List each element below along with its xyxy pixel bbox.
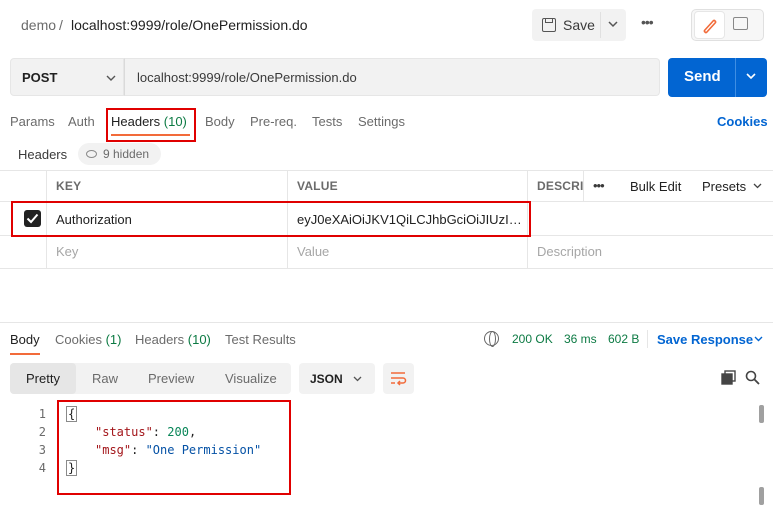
response-tab-headers-count: (10) — [187, 332, 211, 347]
status-code[interactable]: 200 OK — [512, 332, 553, 346]
response-time[interactable]: 36 ms — [564, 332, 597, 346]
status-divider — [647, 330, 648, 348]
save-chevron-down-icon[interactable] — [606, 14, 620, 34]
tab-prereq[interactable]: Pre-req. — [250, 114, 297, 129]
line-number: 1 — [38, 407, 46, 421]
language-label: JSON — [310, 372, 343, 386]
more-actions-icon[interactable]: ••• — [641, 14, 654, 30]
presets-dropdown[interactable]: Presets — [702, 179, 746, 194]
send-label: Send — [684, 68, 721, 85]
highlight-box-authorization-row — [11, 201, 531, 237]
method-label: POST — [22, 70, 58, 85]
table-more-icon[interactable]: ••• — [593, 178, 605, 193]
breadcrumb-separator: / — [59, 17, 63, 33]
column-header-key: KEY — [56, 179, 82, 193]
eye-icon — [86, 150, 97, 158]
response-tab-cookies-label: Cookies — [55, 332, 102, 347]
breadcrumb-workspace[interactable]: demo — [21, 17, 56, 33]
save-label: Save — [563, 17, 595, 33]
cookies-link[interactable]: Cookies — [717, 114, 768, 129]
wrap-lines-icon — [391, 372, 407, 386]
hidden-headers-toggle[interactable]: 9 hidden — [78, 143, 161, 165]
response-tab-cookies-count: (1) — [105, 332, 122, 347]
table-bottom-border — [0, 268, 773, 269]
tab-settings[interactable]: Settings — [358, 114, 405, 129]
scrollbar-thumb[interactable] — [759, 487, 764, 505]
response-size[interactable]: 602 B — [608, 332, 639, 346]
response-tab-headers[interactable]: Headers (10) — [135, 332, 211, 347]
chevron-down-icon — [106, 75, 116, 81]
column-header-value: VALUE — [297, 179, 338, 193]
send-button[interactable]: Send — [668, 58, 767, 97]
language-select[interactable]: JSON — [299, 363, 375, 394]
format-raw[interactable]: Raw — [92, 371, 118, 386]
headers-section-title: Headers — [18, 147, 68, 162]
format-pretty[interactable]: Pretty — [26, 371, 60, 386]
response-tab-headers-label: Headers — [135, 332, 185, 347]
column-header-description: DESCRI — [537, 179, 584, 193]
format-visualize[interactable]: Visualize — [225, 371, 277, 386]
pencil-icon — [703, 19, 717, 34]
description-placeholder-input[interactable]: Description — [537, 244, 602, 259]
save-divider — [600, 12, 601, 38]
tab-auth[interactable]: Auth — [68, 114, 95, 129]
tab-params[interactable]: Params — [10, 114, 55, 129]
method-select[interactable]: POST — [10, 58, 124, 96]
tab-tests[interactable]: Tests — [312, 114, 342, 129]
highlight-box-headers-tab — [106, 108, 196, 142]
response-tab-test-results[interactable]: Test Results — [225, 332, 296, 347]
send-chevron-down-icon[interactable] — [744, 71, 758, 83]
bulk-edit-button[interactable]: Bulk Edit — [630, 179, 681, 194]
request-title[interactable]: localhost:9999/role/OnePermission.do — [71, 17, 308, 33]
save-response-chevron-down-icon — [754, 336, 763, 342]
chevron-down-icon — [353, 376, 362, 382]
tab-body[interactable]: Body — [205, 114, 235, 129]
line-number: 3 — [38, 443, 46, 457]
response-active-tab-indicator — [10, 353, 40, 355]
response-tab-body[interactable]: Body — [10, 332, 40, 347]
table-top-border — [0, 170, 773, 171]
highlight-box-response-body — [57, 400, 291, 495]
globe-icon[interactable] — [484, 331, 499, 347]
format-preview[interactable]: Preview — [148, 371, 194, 386]
hidden-headers-label: 9 hidden — [103, 147, 150, 161]
url-input[interactable]: localhost:9999/role/OnePermission.do — [124, 58, 660, 96]
copy-icon[interactable] — [721, 370, 736, 385]
scrollbar-thumb[interactable] — [759, 405, 764, 423]
wrap-lines-button[interactable] — [383, 363, 414, 394]
line-number: 2 — [38, 425, 46, 439]
response-divider — [0, 322, 773, 323]
response-tab-cookies[interactable]: Cookies (1) — [55, 332, 121, 347]
send-divider — [735, 58, 736, 97]
value-placeholder-input[interactable]: Value — [297, 244, 329, 259]
floppy-disk-icon — [542, 18, 556, 32]
edit-mode-button[interactable] — [694, 11, 725, 39]
presets-chevron-down-icon — [753, 183, 762, 189]
save-response-button[interactable]: Save Response — [657, 332, 753, 347]
documentation-icon[interactable] — [733, 17, 748, 30]
key-placeholder-input[interactable]: Key — [56, 244, 78, 259]
line-number: 4 — [38, 461, 46, 475]
search-icon[interactable] — [745, 370, 760, 385]
url-text: localhost:9999/role/OnePermission.do — [137, 70, 357, 85]
